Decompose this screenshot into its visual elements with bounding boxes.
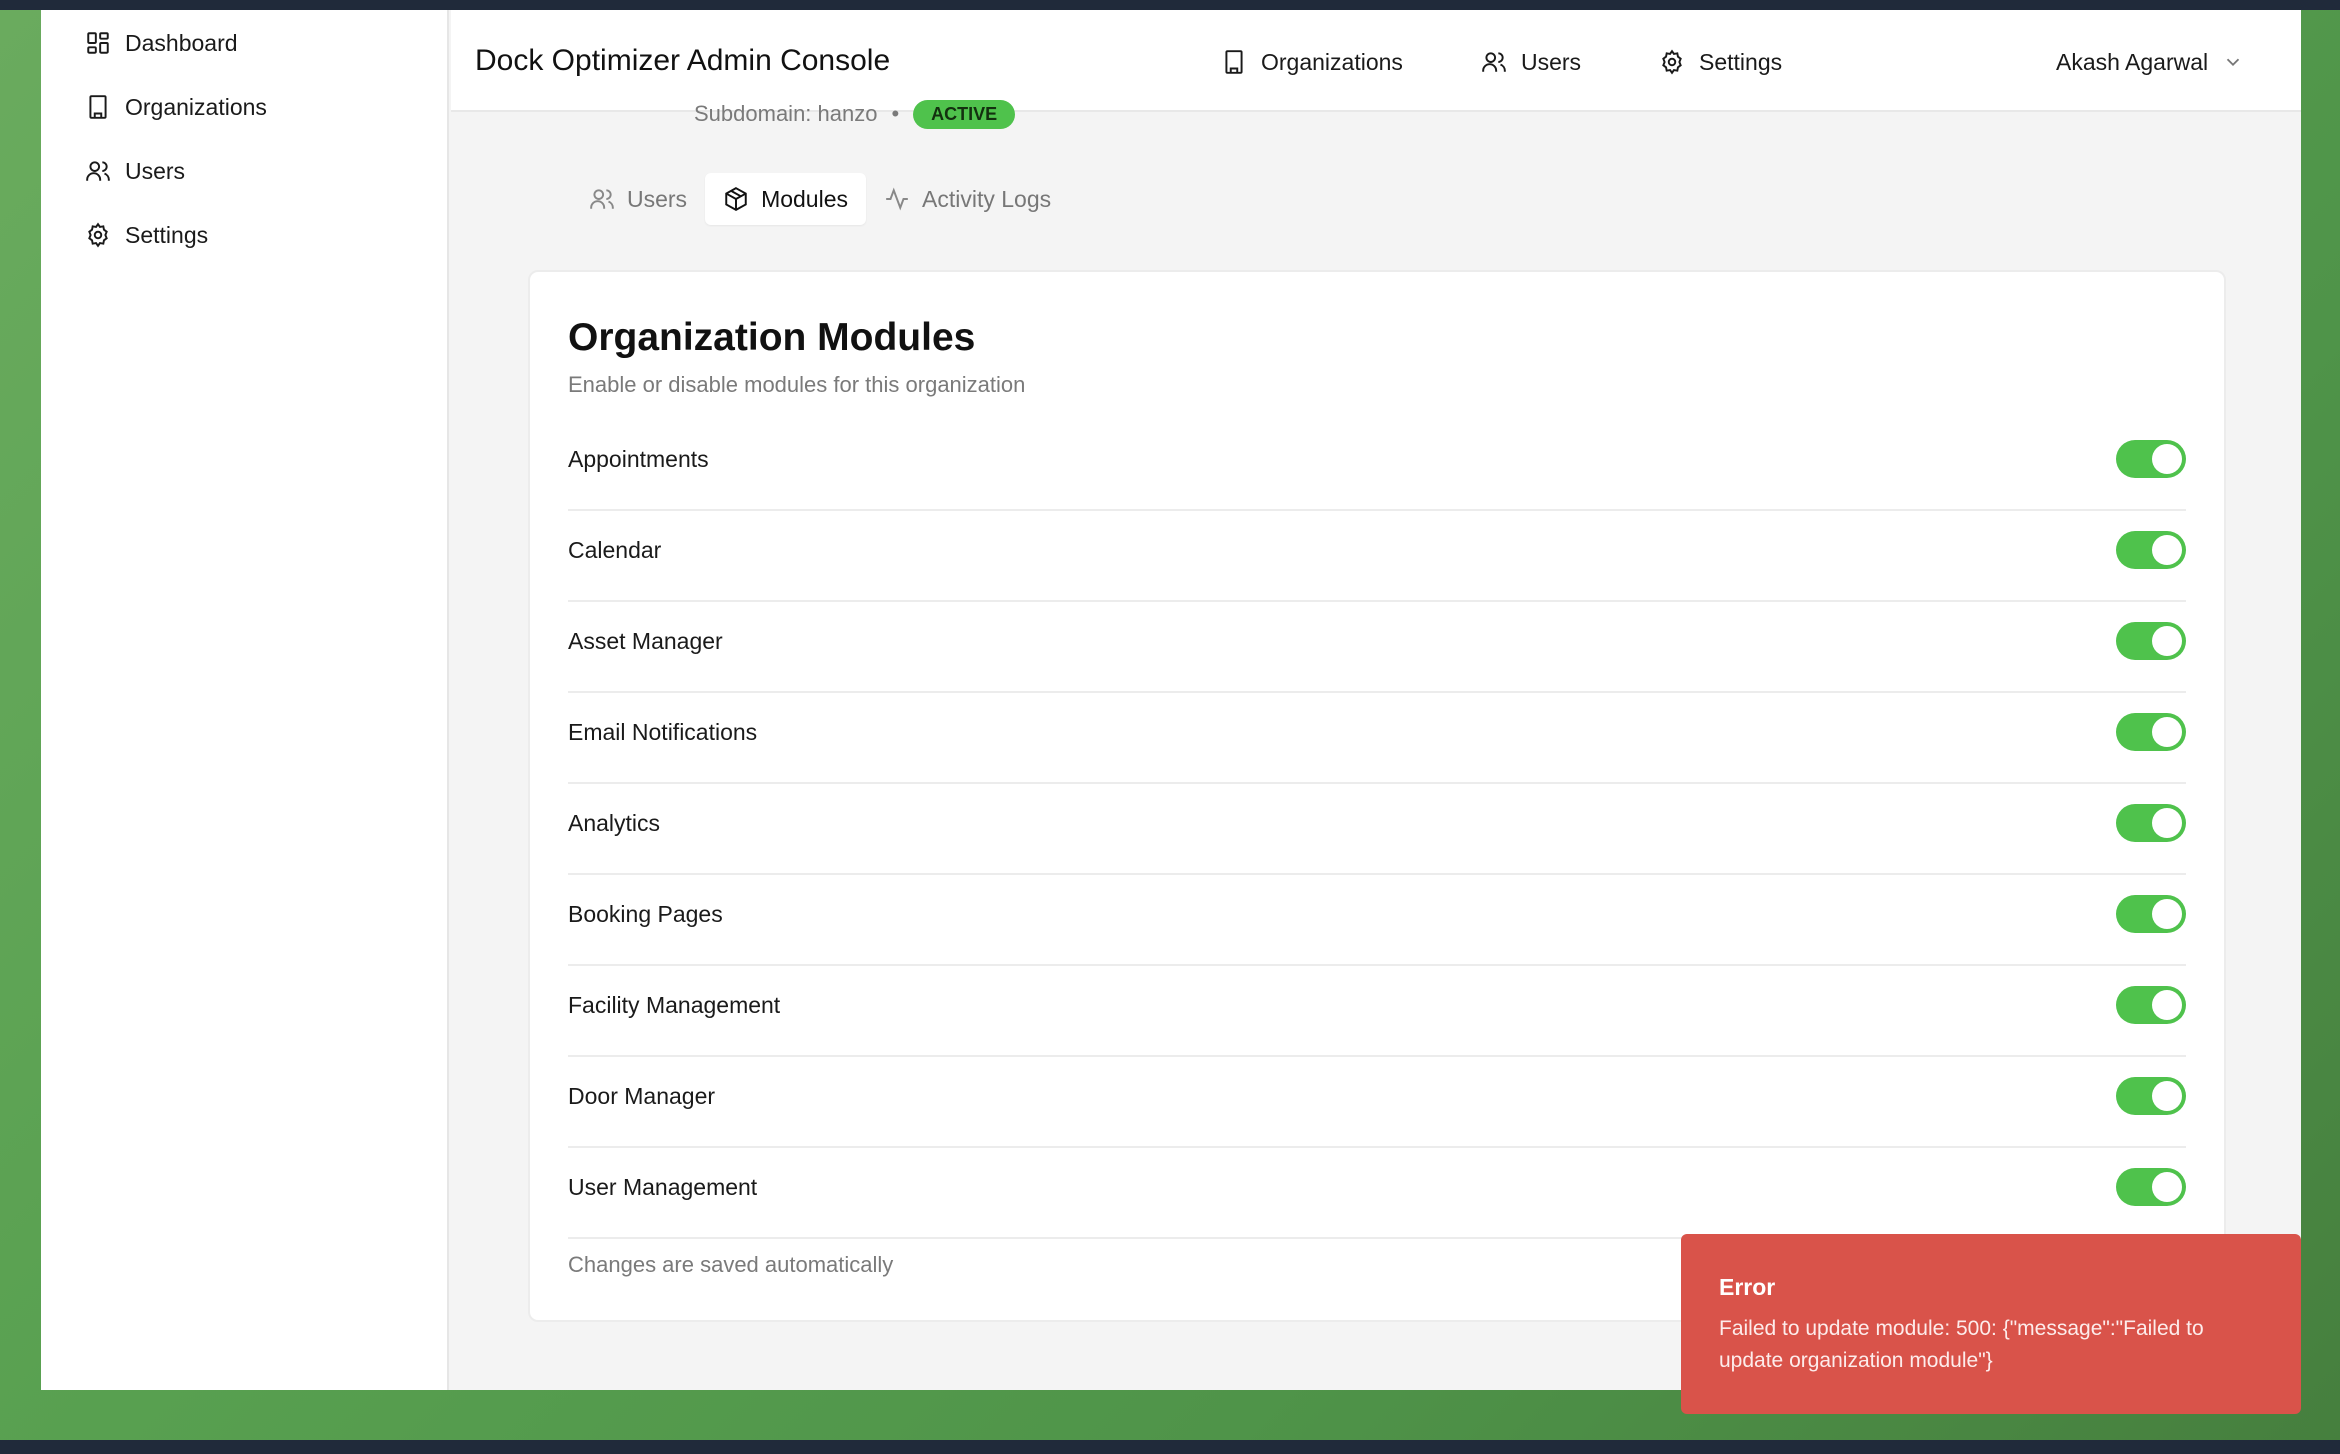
- sidebar-item-label: Organizations: [125, 93, 267, 120]
- toast-title: Error: [1719, 1274, 1776, 1300]
- module-toggle[interactable]: [2116, 531, 2186, 569]
- modules-card: Organization Modules Enable or disable m…: [528, 270, 2226, 1322]
- module-row: Booking Pages: [568, 875, 2186, 966]
- gear-icon: [1662, 49, 1682, 75]
- sidebar-item-label: Users: [125, 157, 186, 184]
- card-title: Organization Modules: [568, 316, 976, 359]
- module-label: Facility Management: [568, 992, 781, 1018]
- sidebar: Dashboard Organizations Users Settings: [41, 10, 449, 1390]
- sidebar-item-label: Dashboard: [125, 29, 238, 56]
- user-name: Akash Agarwal: [2056, 48, 2209, 75]
- users-icon: [86, 161, 110, 181]
- module-label: Analytics: [568, 810, 661, 836]
- module-toggle[interactable]: [2116, 804, 2186, 842]
- separator: •: [891, 101, 900, 126]
- module-row: Door Manager: [568, 1057, 2186, 1148]
- nav-label: Organizations: [1261, 48, 1403, 75]
- module-row: Appointments: [568, 420, 2186, 511]
- sidebar-item-dashboard[interactable]: Dashboard: [85, 23, 238, 63]
- users-icon: [1482, 52, 1506, 72]
- toggle-knob: [2152, 626, 2182, 656]
- module-label: User Management: [568, 1174, 758, 1200]
- toast-message: Failed to update module: 500: {"message"…: [1719, 1317, 2204, 1372]
- chevron-down-icon: [2226, 58, 2240, 67]
- top-header: Dock Optimizer Admin Console Organizatio…: [451, 10, 2301, 112]
- nav-organizations[interactable]: Organizations: [1221, 42, 1403, 82]
- sidebar-item-users[interactable]: Users: [85, 151, 185, 191]
- building-icon: [89, 95, 107, 119]
- package-icon: [725, 187, 747, 211]
- error-toast[interactable]: Error Failed to update module: 500: {"me…: [1681, 1234, 2301, 1414]
- nav-label: Settings: [1699, 48, 1783, 75]
- module-toggle[interactable]: [2116, 622, 2186, 660]
- module-label: Asset Manager: [568, 628, 723, 654]
- tab-activity-logs[interactable]: Activity Logs: [866, 173, 1069, 225]
- module-toggle[interactable]: [2116, 1077, 2186, 1115]
- tab-label: Modules: [761, 185, 848, 212]
- user-menu[interactable]: Akash Agarwal: [2056, 42, 2244, 82]
- dashboard-icon: [87, 32, 109, 54]
- toggle-knob: [2152, 1081, 2182, 1111]
- sidebar-item-organizations[interactable]: Organizations: [85, 87, 267, 127]
- app-window: Dashboard Organizations Users Settings D…: [41, 10, 2301, 1390]
- module-label: Booking Pages: [568, 901, 723, 927]
- module-row: Analytics: [568, 784, 2186, 875]
- nav-label: Users: [1521, 48, 1582, 75]
- screen-bottom-edge: [0, 1440, 2340, 1454]
- autosave-note: Changes are saved automatically: [568, 1252, 894, 1277]
- module-label: Calendar: [568, 537, 662, 563]
- users-icon: [590, 189, 614, 209]
- module-label: Appointments: [568, 446, 709, 472]
- sidebar-item-settings[interactable]: Settings: [85, 215, 208, 255]
- tab-label: Users: [627, 185, 688, 212]
- gear-icon: [88, 222, 108, 248]
- nav-users[interactable]: Users: [1481, 42, 1581, 82]
- nav-settings[interactable]: Settings: [1659, 42, 1782, 82]
- toggle-knob: [2152, 1172, 2182, 1202]
- module-row: Facility Management: [568, 966, 2186, 1057]
- module-row: User Management: [568, 1148, 2186, 1239]
- toggle-knob: [2152, 899, 2182, 929]
- module-toggle[interactable]: [2116, 440, 2186, 478]
- module-row: Asset Manager: [568, 602, 2186, 693]
- tab-label: Activity Logs: [922, 185, 1052, 212]
- app-title: Dock Optimizer Admin Console: [475, 44, 891, 77]
- building-icon: [1225, 50, 1243, 74]
- toggle-knob: [2152, 990, 2182, 1020]
- screen-top-edge: [0, 0, 2340, 10]
- sidebar-item-label: Settings: [125, 221, 209, 248]
- card-subtitle: Enable or disable modules for this organ…: [568, 372, 1026, 397]
- tab-bar: Users Modules Activity Logs: [571, 172, 1069, 226]
- tab-modules[interactable]: Modules: [705, 173, 866, 225]
- tab-users[interactable]: Users: [571, 173, 705, 225]
- module-toggle[interactable]: [2116, 713, 2186, 751]
- activity-icon: [886, 187, 908, 211]
- toggle-knob: [2152, 717, 2182, 747]
- module-toggle[interactable]: [2116, 1168, 2186, 1206]
- module-row: Calendar: [568, 511, 2186, 602]
- module-toggle[interactable]: [2116, 986, 2186, 1024]
- org-subdomain: Subdomain: hanzo: [694, 101, 878, 126]
- toggle-knob: [2152, 535, 2182, 565]
- module-toggle[interactable]: [2116, 895, 2186, 933]
- status-badge: ACTIVE: [913, 99, 1016, 129]
- module-label: Door Manager: [568, 1083, 716, 1109]
- module-label: Email Notifications: [568, 719, 758, 745]
- org-subdomain-row: Subdomain: hanzo • ACTIVE: [694, 99, 1016, 129]
- module-row: Email Notifications: [568, 693, 2186, 784]
- toggle-knob: [2152, 444, 2182, 474]
- toggle-knob: [2152, 808, 2182, 838]
